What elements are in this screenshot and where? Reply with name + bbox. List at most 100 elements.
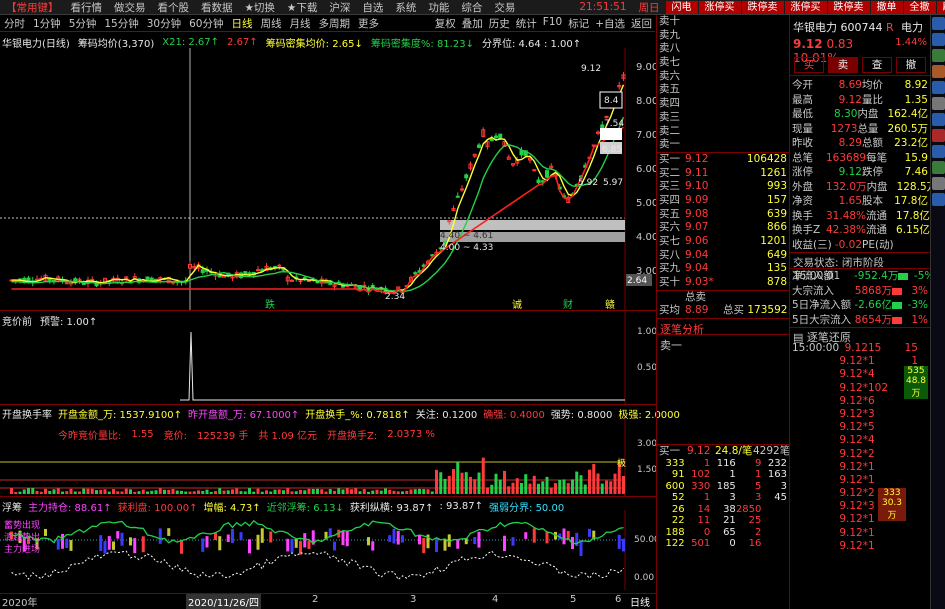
- menu-item[interactable]: 看个股: [152, 0, 196, 14]
- tool-button[interactable]: 复权: [432, 16, 459, 31]
- menu-item[interactable]: 系统: [389, 0, 422, 14]
- tool-button[interactable]: 历史: [486, 16, 513, 31]
- buy-row[interactable]: 买三 9.10 993: [657, 180, 789, 194]
- volume-chart[interactable]: 3.00 1.50 极: [0, 418, 656, 496]
- x-tick: 4: [492, 594, 499, 605]
- grid-row: 91 102 1 1 163: [671, 469, 787, 481]
- y-tick: 4.00: [636, 232, 656, 243]
- flow-icon[interactable]: [932, 161, 945, 174]
- period-tab[interactable]: 15分钟: [100, 16, 142, 31]
- volume-bar: [515, 478, 519, 494]
- sell-row[interactable]: 卖七: [657, 56, 789, 70]
- grid-icon[interactable]: [932, 33, 945, 46]
- period-tab[interactable]: 30分钟: [143, 16, 185, 31]
- flow-chart[interactable]: 蓄势出现 清趋势出 主力进场 50.00 0.00: [0, 510, 656, 590]
- sell-row[interactable]: 卖九: [657, 29, 789, 43]
- tick-row: 9.12* 1: [839, 473, 875, 486]
- menu-item[interactable]: 看数据: [195, 0, 239, 14]
- period-tab[interactable]: 周线: [257, 16, 286, 31]
- buy-row[interactable]: 买八 9.04 649: [657, 249, 789, 263]
- tool-button[interactable]: 标记: [565, 16, 592, 31]
- tool-button[interactable]: 统计: [513, 16, 540, 31]
- flow-bar: [401, 535, 404, 543]
- menu-item[interactable]: 沪深: [323, 0, 356, 14]
- volume-bar: [605, 480, 608, 494]
- quick-button[interactable]: 全撤: [903, 0, 936, 14]
- buy-row[interactable]: 买五 9.08 639: [657, 208, 789, 222]
- menu-item[interactable]: 做交易: [108, 0, 152, 14]
- table-icon[interactable]: [932, 81, 945, 94]
- tick-list[interactable]: 15:00:009.1215159.12*119.12*449.12*1029.…: [790, 342, 930, 553]
- quick-button[interactable]: 涨停买: [698, 0, 741, 14]
- quick-button[interactable]: 撤单: [870, 0, 903, 14]
- buy-row[interactable]: 买十 9.03* 878: [657, 276, 789, 290]
- tool-button[interactable]: 返回: [628, 16, 655, 31]
- volume-bar: [303, 490, 307, 494]
- buy-row[interactable]: 买一 9.12 106428: [657, 153, 789, 167]
- quick-button[interactable]: 涨停买: [784, 0, 827, 14]
- alert-icon[interactable]: [932, 129, 945, 142]
- quick-button[interactable]: 跌停卖: [741, 0, 784, 14]
- sell-levels: 卖十 卖九 卖八 卖七 卖六 卖五 卖四 卖三 卖二 卖一: [657, 15, 789, 152]
- sell-row[interactable]: 卖六: [657, 70, 789, 84]
- menu-item[interactable]: 看行情: [65, 0, 109, 14]
- sell-row[interactable]: 卖二: [657, 125, 789, 139]
- period-tab[interactable]: 月线: [286, 16, 315, 31]
- buy-row[interactable]: 买四 9.09 157: [657, 194, 789, 208]
- bar-icon[interactable]: [932, 49, 945, 62]
- quick-button[interactable]: 闪电: [665, 0, 698, 14]
- sell-row[interactable]: 卖五: [657, 83, 789, 97]
- menu-item[interactable]: 交易: [488, 0, 521, 14]
- news-icon[interactable]: [932, 113, 945, 126]
- tool-button[interactable]: F10: [540, 16, 565, 31]
- menu-item[interactable]: 自选: [356, 0, 389, 14]
- sell-row[interactable]: 卖十: [657, 15, 789, 29]
- settings-icon[interactable]: [932, 97, 945, 110]
- sell-row[interactable]: 卖八: [657, 42, 789, 56]
- period-tab[interactable]: 分时: [0, 16, 29, 31]
- buy-row[interactable]: 买七 9.06 1201: [657, 235, 789, 249]
- cancel-button[interactable]: 撤: [896, 57, 926, 73]
- tool-button[interactable]: +自选: [592, 16, 628, 31]
- menu-item[interactable]: 功能: [422, 0, 455, 14]
- sector-tab[interactable]: 电力: [897, 19, 927, 34]
- analysis-title[interactable]: 逐笔分析: [657, 318, 789, 336]
- ticks-title[interactable]: ▤ 逐笔还原: [790, 327, 930, 344]
- tool-icon[interactable]: [932, 177, 945, 190]
- brand-label[interactable]: 【常用键】: [0, 0, 65, 14]
- tool-button[interactable]: 叠加: [459, 16, 486, 31]
- flow-bar: [392, 528, 396, 544]
- menu-item[interactable]: ★切换: [239, 0, 281, 14]
- volume-bar: [477, 472, 481, 494]
- buy-button[interactable]: 买: [794, 57, 824, 73]
- period-tab-active[interactable]: 日线: [228, 16, 257, 31]
- volume-bar: [171, 488, 175, 494]
- note-icon[interactable]: [932, 193, 945, 206]
- flow-bar: [511, 537, 515, 546]
- period-tab[interactable]: 5分钟: [65, 16, 101, 31]
- quick-button[interactable]: 跌停卖: [827, 0, 870, 14]
- avg-label: 买均: [659, 304, 680, 317]
- period-tab[interactable]: 60分钟: [185, 16, 227, 31]
- period-tab[interactable]: 1分钟: [29, 16, 65, 31]
- period-tab[interactable]: 更多: [354, 16, 383, 31]
- candlestick-chart[interactable]: 8.4 7.54 6.85 5.97 5.92 9.12 2.34 4.40 ~…: [0, 48, 656, 310]
- chart-icon[interactable]: [932, 17, 945, 30]
- sell-row[interactable]: 卖四: [657, 97, 789, 111]
- buy-row[interactable]: 买六 9.07 866: [657, 221, 789, 235]
- quick-button[interactable]: 刷新: [936, 0, 945, 14]
- menu-item[interactable]: ★下载: [281, 0, 323, 14]
- auction-chart[interactable]: 1.00 0.50: [0, 312, 656, 404]
- menu-item[interactable]: 综合: [455, 0, 488, 14]
- sell-button[interactable]: 卖: [828, 57, 858, 73]
- info-icon[interactable]: [932, 145, 945, 158]
- sell-row[interactable]: 卖三: [657, 111, 789, 125]
- sell-row[interactable]: 卖一: [657, 138, 789, 152]
- buy-levels: 买一 9.12 106428 买二 9.11 1261 买三 9.10 993 买四 9.09…: [657, 151, 789, 290]
- query-button[interactable]: 查: [862, 57, 892, 73]
- period-tab[interactable]: 多周期: [315, 16, 355, 31]
- buy-row[interactable]: 买二 9.11 1261: [657, 167, 789, 181]
- list-icon[interactable]: [932, 65, 945, 78]
- stock-code: 600744: [840, 21, 883, 34]
- buy-row[interactable]: 买九 9.04 135: [657, 262, 789, 276]
